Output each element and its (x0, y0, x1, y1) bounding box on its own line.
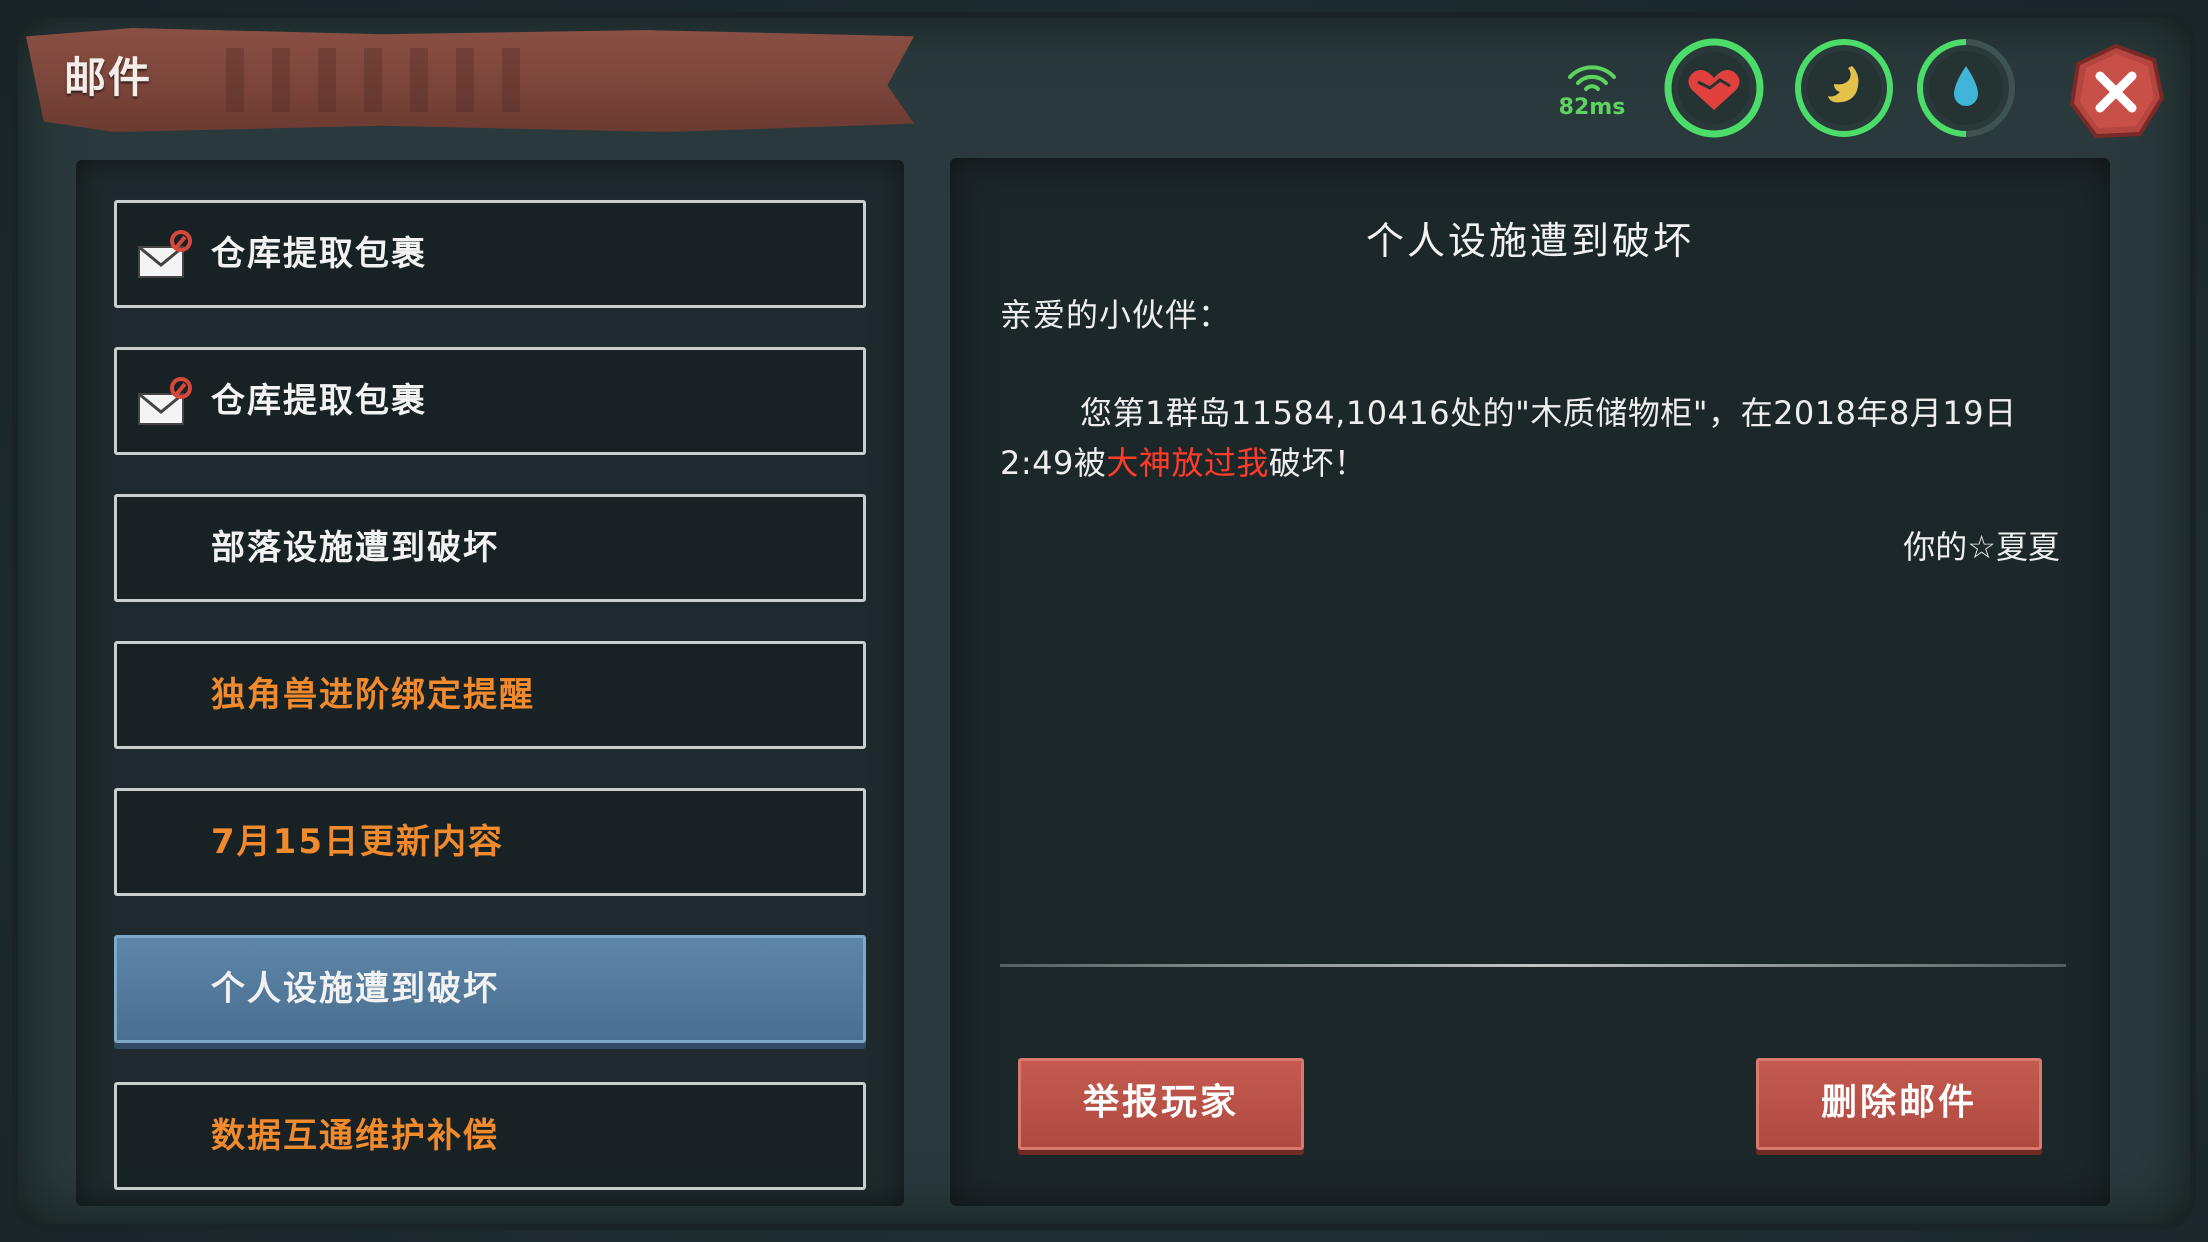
title-banner (26, 28, 914, 132)
hunger-status[interactable] (1794, 38, 1894, 138)
network-ping: 82ms (1550, 55, 1634, 121)
mail-item[interactable]: 部落设施遭到破坏 (114, 494, 866, 602)
mail-item[interactable]: 仓库提取包裹 (114, 347, 866, 455)
content-divider (1000, 964, 2066, 967)
mail-item-label: 数据互通维护补偿 (211, 1116, 499, 1156)
unread-envelope-icon (138, 377, 192, 425)
health-status[interactable] (1664, 38, 1764, 138)
water-drop-icon (1917, 39, 2015, 137)
mail-item[interactable]: 7月15日更新内容 (114, 788, 866, 896)
mail-signature: 你的☆夏夏 (1903, 528, 2060, 566)
stomach-icon (1795, 39, 1893, 137)
thirst-status[interactable] (1916, 38, 2016, 138)
mail-item-selected[interactable]: 个人设施遭到破坏 (114, 935, 866, 1043)
window-title: 邮件 (64, 53, 153, 102)
mail-title: 个人设施遭到破坏 (1365, 219, 1694, 263)
mail-item[interactable]: 仓库提取包裹 (114, 200, 866, 308)
mail-item-label: 部落设施遭到破坏 (211, 528, 499, 568)
mail-item[interactable]: 独角兽进阶绑定提醒 (114, 641, 866, 749)
mail-body-text-end: 破坏！ (1268, 444, 1367, 482)
banner-decoration (226, 48, 526, 112)
close-icon (2069, 43, 2165, 139)
mail-screen: 邮件 82ms 仓库提取包裹 仓库提取包裹 部落设施遭到破坏 独角兽进阶绑定提醒… (0, 0, 2208, 1242)
unread-envelope-icon (138, 230, 192, 278)
mail-body: 您第1群岛11584,10416处的"木质储物柜"，在2018年8月19日 2:… (1000, 388, 2060, 488)
mail-list-panel: 仓库提取包裹 仓库提取包裹 部落设施遭到破坏 独角兽进阶绑定提醒 7月15日更新… (76, 160, 904, 1206)
delete-mail-button[interactable]: 删除邮件 (1756, 1058, 2042, 1150)
heart-icon (1664, 38, 1764, 138)
mail-item-label: 7月15日更新内容 (211, 822, 504, 862)
close-button[interactable] (2066, 42, 2166, 142)
ping-value: 82ms (1558, 95, 1626, 120)
mail-item[interactable]: 数据互通维护补偿 (114, 1082, 866, 1190)
report-player-button[interactable]: 举报玩家 (1018, 1058, 1304, 1150)
mail-item-label: 仓库提取包裹 (211, 234, 427, 274)
mail-item-label: 仓库提取包裹 (211, 381, 427, 421)
mail-item-label: 个人设施遭到破坏 (211, 969, 499, 1009)
mail-item-label: 独角兽进阶绑定提醒 (211, 675, 535, 715)
wifi-signal-icon (1568, 65, 1616, 91)
mail-content-panel: 个人设施遭到破坏 亲爱的小伙伴： 您第1群岛11584,10416处的"木质储物… (950, 158, 2110, 1206)
attacker-name: 大神放过我 (1106, 444, 1269, 482)
mail-greeting: 亲爱的小伙伴： (1000, 296, 1232, 334)
